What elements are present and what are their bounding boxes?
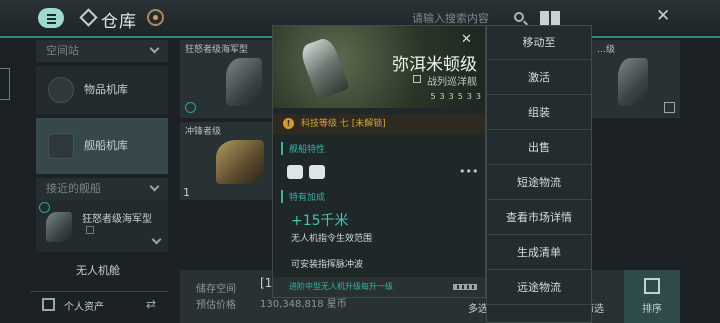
fleet-ship-label: 狂怒者级海军型: [82, 214, 152, 225]
storage-value: [1: [260, 276, 273, 290]
sidebar: 空间站 物品机库 舰船机库 接近的舰船 狂怒者级海军型 无人机舱: [36, 40, 168, 284]
bonus-header: 特有加成: [281, 190, 325, 203]
personal-assets-bar[interactable]: 个人资产 ⇄: [30, 291, 168, 319]
stat-bays: 3: [475, 92, 481, 101]
ship-name: 弥洱米顿级: [392, 55, 477, 75]
close-icon[interactable]: ✕: [461, 32, 472, 47]
stat-mid-slots: 3: [439, 92, 445, 101]
personal-assets-label: 个人资产: [64, 302, 104, 313]
sidebar-item-label: 舰船机库: [84, 139, 128, 152]
status-badge: [39, 202, 50, 213]
status-badge: [185, 102, 196, 113]
stat-low-slots: 3: [448, 92, 454, 101]
ship-card[interactable]: 狂怒者级海军型: [180, 40, 272, 118]
ship-thumbnail: [618, 58, 648, 106]
chevron-down-icon: [149, 181, 160, 192]
section-header-label: 空间站: [46, 44, 79, 57]
sort-button[interactable]: 排序: [624, 270, 680, 323]
currency-icon[interactable]: [147, 9, 164, 26]
ship-hangar-icon: [48, 133, 74, 159]
assemble-button[interactable]: 组装: [487, 96, 591, 130]
ship-card-label: 冲锋者级: [185, 127, 222, 137]
trait-drone-icon[interactable]: [287, 165, 303, 179]
market-details-button[interactable]: 查看市场详情: [487, 201, 591, 235]
menu-icon[interactable]: [38, 8, 64, 28]
estimate-label: 预估价格: [196, 300, 236, 311]
chevron-down-icon: [149, 43, 160, 54]
generate-list-button[interactable]: 生成清单: [487, 236, 591, 270]
sort-icon: [644, 278, 660, 294]
swap-icon[interactable]: ⇄: [146, 297, 156, 311]
sidebar-item-ship-hangar[interactable]: 舰船机库: [36, 118, 168, 174]
sidebar-item-item-hangar[interactable]: 物品机库: [36, 66, 168, 114]
lock-icon: [86, 226, 94, 234]
hangar-icon: [48, 77, 74, 103]
bonus-value: +15千米: [291, 213, 349, 229]
ship-card-label: 狂怒者级海军型: [185, 45, 249, 55]
page-title: 仓库: [101, 12, 137, 32]
chevron-down-icon: [151, 234, 162, 245]
ship-thumbnail: [216, 140, 264, 184]
section-header-nearby-ships[interactable]: 接近的舰船: [36, 178, 168, 200]
upgrade-progress: [453, 284, 477, 290]
lock-icon: [664, 102, 675, 113]
ship-count: 1: [183, 186, 190, 199]
stat-high-slots: 5: [430, 92, 436, 101]
side-tab[interactable]: [0, 68, 10, 100]
ship-thumbnail: [226, 58, 262, 106]
assets-icon: [42, 298, 55, 311]
sell-button[interactable]: 出售: [487, 131, 591, 165]
activate-button[interactable]: 激活: [487, 61, 591, 95]
bonus-description: 无人机指令生效范围: [291, 234, 373, 244]
more-icon[interactable]: •••: [459, 165, 478, 178]
traits-header: 舰船特性: [281, 142, 325, 155]
ship-card-label: …级: [597, 45, 616, 55]
search-icon[interactable]: [514, 12, 524, 22]
ship-info-popup: ✕ 弥洱米顿级 战列巡洋舰 5 3 3 5 3 3 科技等级 七 [未解锁] !…: [272, 25, 486, 298]
long-logistics-button[interactable]: 远途物流: [487, 271, 591, 305]
ship-card[interactable]: …级: [592, 40, 680, 118]
sidebar-item-label: 物品机库: [84, 83, 128, 96]
ship-class: 战列巡洋舰: [427, 77, 477, 88]
storage-label: 储存空间: [196, 284, 236, 295]
stat-drones: 3: [466, 92, 472, 101]
move-to-button[interactable]: 移动至: [487, 26, 591, 60]
sidebar-item-label: 无人机舱: [76, 264, 120, 277]
ship-thumbnail: [46, 212, 72, 242]
warning-icon: !: [283, 118, 294, 129]
close-icon[interactable]: ✕: [656, 6, 670, 26]
bonus-description-2: 可安装指挥脉冲波: [291, 260, 364, 270]
tech-level: 科技等级 七 [未解锁]: [273, 114, 485, 134]
fleet-ship-item[interactable]: 狂怒者级海军型: [36, 200, 168, 252]
sidebar-item-drone-bay[interactable]: 无人机舱: [36, 258, 168, 284]
view-toggle-icon[interactable]: [540, 11, 560, 25]
action-menu: 移动至 激活 组装 出售 短途物流 查看市场详情 生成清单 远途物流: [486, 25, 592, 323]
section-header-station[interactable]: 空间站: [36, 40, 168, 62]
ship-stats: 5 3 3 5 3 3: [331, 92, 481, 101]
trait-weapon-icon[interactable]: [309, 165, 325, 179]
short-logistics-button[interactable]: 短途物流: [487, 166, 591, 200]
sort-label: 排序: [642, 304, 662, 315]
ship-card[interactable]: 冲锋者级 1: [180, 122, 272, 200]
stat-rigs: 5: [457, 92, 463, 101]
section-header-label: 接近的舰船: [46, 182, 101, 195]
